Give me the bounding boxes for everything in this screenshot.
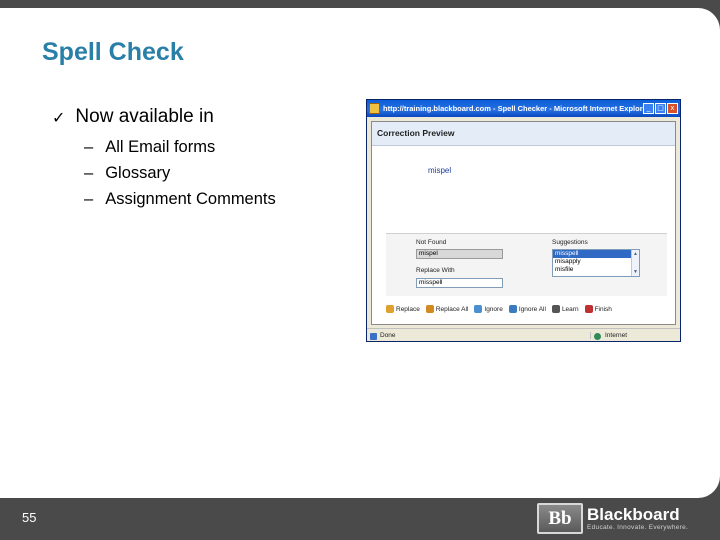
replace-with-input[interactable]: misspell	[416, 278, 503, 288]
sub-bullet-list: – All Email forms – Glossary – Assignmen…	[84, 134, 276, 212]
ignore-all-button-label: Ignore All	[518, 305, 546, 313]
bb-logo-icon: Bb	[537, 503, 583, 534]
replace-all-icon	[425, 305, 434, 313]
window-title: http://training.blackboard.com - Spell C…	[383, 104, 643, 113]
scroll-up-icon[interactable]: ▲	[632, 250, 639, 258]
book-icon	[551, 305, 560, 313]
minimize-button[interactable]: _	[643, 103, 654, 114]
replace-with-label: Replace With	[416, 267, 455, 274]
replace-all-button[interactable]: Replace All	[425, 305, 469, 313]
page-number: 55	[22, 510, 37, 525]
browser-status-bar: Done Internet	[367, 328, 680, 341]
suggestion-item[interactable]: misfile	[553, 266, 639, 274]
dash-icon: –	[84, 163, 94, 182]
window-controls: _ □ x	[643, 103, 678, 114]
scroll-down-icon[interactable]: ▼	[632, 268, 639, 276]
spell-check-panel: Not Found mispel Replace With misspell S…	[386, 233, 667, 296]
logo-tagline: Educate. Innovate. Everywhere.	[587, 524, 689, 531]
slide: Spell Check ✓ Now available in – All Ema…	[0, 0, 720, 540]
correction-preview-header: Correction Preview	[372, 122, 675, 146]
replace-button[interactable]: Replace	[386, 305, 420, 313]
suggestion-item[interactable]: misspell	[553, 250, 639, 258]
ignore-button[interactable]: Ignore	[474, 305, 503, 313]
ignore-icon	[474, 305, 483, 313]
ignore-all-button[interactable]: Ignore All	[508, 305, 546, 313]
spell-check-toolbar: Replace Replace All Ignore Ignore All Le…	[386, 300, 667, 318]
main-bullet: ✓ Now available in	[52, 106, 214, 128]
browser-icon	[369, 103, 380, 114]
sub-bullet-text: All Email forms	[105, 137, 216, 156]
maximize-button[interactable]: □	[655, 103, 666, 114]
status-text: Done	[367, 332, 590, 340]
replace-icon	[386, 305, 394, 313]
security-zone: Internet	[590, 331, 680, 340]
sub-bullet: – Glossary	[84, 160, 276, 186]
sub-bullet: – Assignment Comments	[84, 186, 276, 212]
replace-all-button-label: Replace All	[435, 305, 469, 313]
learn-button[interactable]: Learn	[551, 305, 579, 313]
finish-icon	[584, 305, 593, 313]
sub-bullet: – All Email forms	[84, 134, 276, 160]
spell-checker-window: http://training.blackboard.com - Spell C…	[366, 99, 681, 342]
window-titlebar[interactable]: http://training.blackboard.com - Spell C…	[367, 100, 680, 117]
blackboard-logo: Bb Blackboard Educate. Innovate. Everywh…	[537, 503, 688, 534]
logo-name: Blackboard	[587, 505, 680, 524]
dash-icon: –	[84, 189, 94, 208]
replace-button-label: Replace	[396, 305, 420, 313]
close-button[interactable]: x	[667, 103, 678, 114]
ignore-all-icon	[508, 305, 517, 313]
finish-button-label: Finish	[594, 305, 612, 313]
not-found-label: Not Found	[416, 239, 447, 246]
suggestions-label: Suggestions	[552, 239, 588, 246]
main-bullet-text: Now available in	[75, 106, 214, 127]
suggestions-list[interactable]: misspell misapply misfile ▲ ▼	[552, 249, 640, 277]
finish-button[interactable]: Finish	[584, 305, 612, 313]
dash-icon: –	[84, 137, 94, 156]
sub-bullet-text: Assignment Comments	[105, 189, 276, 208]
not-found-field: mispel	[416, 249, 503, 259]
slide-title: Spell Check	[42, 38, 184, 66]
suggestions-scrollbar[interactable]: ▲ ▼	[631, 250, 639, 276]
checkmark-icon: ✓	[52, 107, 66, 127]
window-body: Correction Preview mispel Not Found misp…	[371, 121, 676, 325]
suggestion-item[interactable]: misapply	[553, 258, 639, 266]
preview-misspelled-word: mispel	[428, 166, 452, 175]
sub-bullet-text: Glossary	[105, 163, 171, 182]
ignore-button-label: Ignore	[484, 305, 503, 313]
learn-button-label: Learn	[561, 305, 579, 313]
